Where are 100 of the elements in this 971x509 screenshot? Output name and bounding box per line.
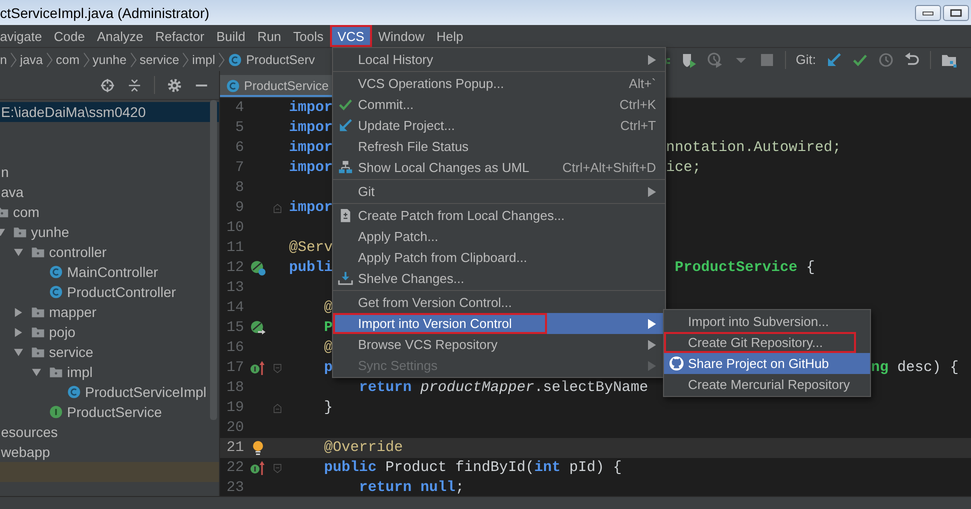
crosshair-icon[interactable] <box>100 78 115 92</box>
expand-arrow-icon[interactable] <box>14 328 23 336</box>
menu-item[interactable]: Share Project on GitHub <box>664 353 870 374</box>
implements-icon[interactable] <box>250 460 266 476</box>
tree-item[interactable]: pojo <box>0 322 219 342</box>
menu-item[interactable]: Apply Patch from Clipboard... <box>333 247 665 268</box>
menu-item[interactable]: VCS Operations Popup... Alt+` <box>333 73 665 94</box>
code-line: publi <box>289 260 333 276</box>
expand-arrow-icon[interactable] <box>14 308 23 316</box>
expand-arrow-icon[interactable] <box>14 348 23 356</box>
menu-item[interactable]: Refresh File Status <box>333 136 665 157</box>
menu-bar-item[interactable]: Run <box>251 25 288 47</box>
tree-item[interactable]: n <box>0 162 219 182</box>
breadcrumb[interactable]: com <box>56 52 80 66</box>
menu-item[interactable]: Apply Patch... <box>333 226 665 247</box>
line-number: 23 <box>225 480 245 496</box>
arrow-icon[interactable] <box>826 52 842 68</box>
code-line: public Product findById(int pId) { <box>323 460 622 476</box>
breadcrumb[interactable]: impl <box>192 52 216 66</box>
code-line: @Override <box>323 440 403 456</box>
lightbulb-icon[interactable] <box>250 440 266 456</box>
menu-bar-item[interactable]: Analyze <box>91 25 150 47</box>
breadcrumb[interactable]: n <box>0 52 7 66</box>
menu-bar-item[interactable]: VCS <box>330 25 372 47</box>
breadcrumb[interactable]: service <box>140 52 180 66</box>
menu-bar-item[interactable]: Refactor <box>149 25 210 47</box>
menu-item[interactable]: Local History <box>333 49 665 70</box>
tree-item[interactable]: impl <box>0 362 219 382</box>
minimize-button[interactable] <box>915 4 941 20</box>
tree-item[interactable]: E:\iadeDaiMa\ssm0420 <box>0 102 219 122</box>
settings-icon[interactable] <box>167 78 182 92</box>
menu-bar-item[interactable]: avigate <box>0 25 48 47</box>
code-line: P <box>323 320 333 336</box>
line-number: 22 <box>225 460 245 476</box>
tree-item[interactable]: controller <box>0 242 219 262</box>
code-line: impor <box>289 160 333 176</box>
line-number: 6 <box>234 140 245 156</box>
tree-item[interactable]: ProductServiceImpl <box>0 382 219 402</box>
menu-item[interactable]: Update Project... Ctrl+T <box>333 115 665 136</box>
tree-item[interactable]: ProductController <box>0 282 219 302</box>
code-line: ng desc) { <box>871 360 959 376</box>
submenu-arrow-icon <box>648 54 656 64</box>
breadcrumb[interactable]: java <box>20 52 43 66</box>
scrollbar-thumb[interactable] <box>210 100 217 420</box>
git-label: Git: <box>796 52 816 67</box>
tree-item[interactable]: service <box>0 342 219 362</box>
collapse-icon[interactable] <box>127 78 142 92</box>
undo-icon[interactable] <box>904 52 920 68</box>
bean-icon[interactable] <box>250 260 266 276</box>
menu-bar-item[interactable]: Tools <box>287 25 330 47</box>
menu-item[interactable]: Browse VCS Repository <box>333 334 665 355</box>
menu-item[interactable]: Get from Version Control... <box>333 292 665 313</box>
tree-item[interactable]: yunhe <box>0 222 219 242</box>
fold-marker-icon[interactable] <box>272 462 283 474</box>
shield-play-icon[interactable] <box>680 52 697 68</box>
line-number: 11 <box>225 240 245 256</box>
fold-marker-icon[interactable] <box>272 202 283 214</box>
class-icon <box>228 52 242 66</box>
menu-bar-item[interactable]: Help <box>430 25 470 47</box>
tree-item[interactable]: ava <box>0 182 219 202</box>
class-icon <box>49 265 63 279</box>
implements-icon[interactable] <box>250 360 266 376</box>
class-icon <box>226 79 240 93</box>
menu-item[interactable]: Import into Version Control <box>333 313 665 334</box>
line-number: 13 <box>225 280 245 296</box>
menu-item[interactable]: Create Patch from Local Changes... <box>333 205 665 226</box>
menu-bar-item[interactable]: Build <box>210 25 252 47</box>
tree-item[interactable]: ProductService <box>0 402 219 422</box>
code-line: ice; <box>666 160 702 176</box>
fold-marker-icon[interactable] <box>272 402 283 414</box>
expand-arrow-icon[interactable] <box>32 368 41 376</box>
code-line: p <box>323 360 333 376</box>
menu-bar-item[interactable]: Code <box>48 25 91 47</box>
breadcrumb[interactable]: yunhe <box>92 52 127 66</box>
tree-item[interactable]: com <box>0 202 219 222</box>
menu-item[interactable]: Show Local Changes as UML Ctrl+Alt+Shift+D <box>333 157 665 178</box>
menu-item[interactable]: Git <box>333 181 665 202</box>
breadcrumb[interactable]: ProductServ <box>228 52 315 66</box>
menu-item[interactable]: Import into Subversion... <box>664 311 870 332</box>
code-line: impor <box>289 100 333 116</box>
expand-arrow-icon[interactable] <box>14 248 23 256</box>
menu-item[interactable]: Create Git Repository... <box>664 332 870 353</box>
interface-icon <box>49 405 63 419</box>
tree-item[interactable]: webapp <box>0 442 219 462</box>
fold-marker-icon[interactable] <box>272 362 283 374</box>
maximize-button[interactable] <box>943 4 969 20</box>
menu-bar-item[interactable]: Window <box>372 25 431 47</box>
menu-item[interactable]: Commit... Ctrl+K <box>333 94 665 115</box>
tree-item[interactable]: esources <box>0 422 219 442</box>
menu-item[interactable]: Create Mercurial Repository <box>664 374 870 395</box>
class-icon <box>49 285 63 299</box>
submenu-arrow-icon <box>648 318 656 328</box>
line-number: 18 <box>225 380 245 396</box>
chevron-icon <box>46 52 53 68</box>
minimize-icon <box>922 8 934 16</box>
tree-item[interactable]: MainController <box>0 262 219 282</box>
line-number: 7 <box>234 160 245 176</box>
tree-item[interactable]: mapper <box>0 302 219 322</box>
editor-tab[interactable]: ProductService <box>220 75 333 97</box>
menu-item[interactable]: Shelve Changes... <box>333 268 665 289</box>
